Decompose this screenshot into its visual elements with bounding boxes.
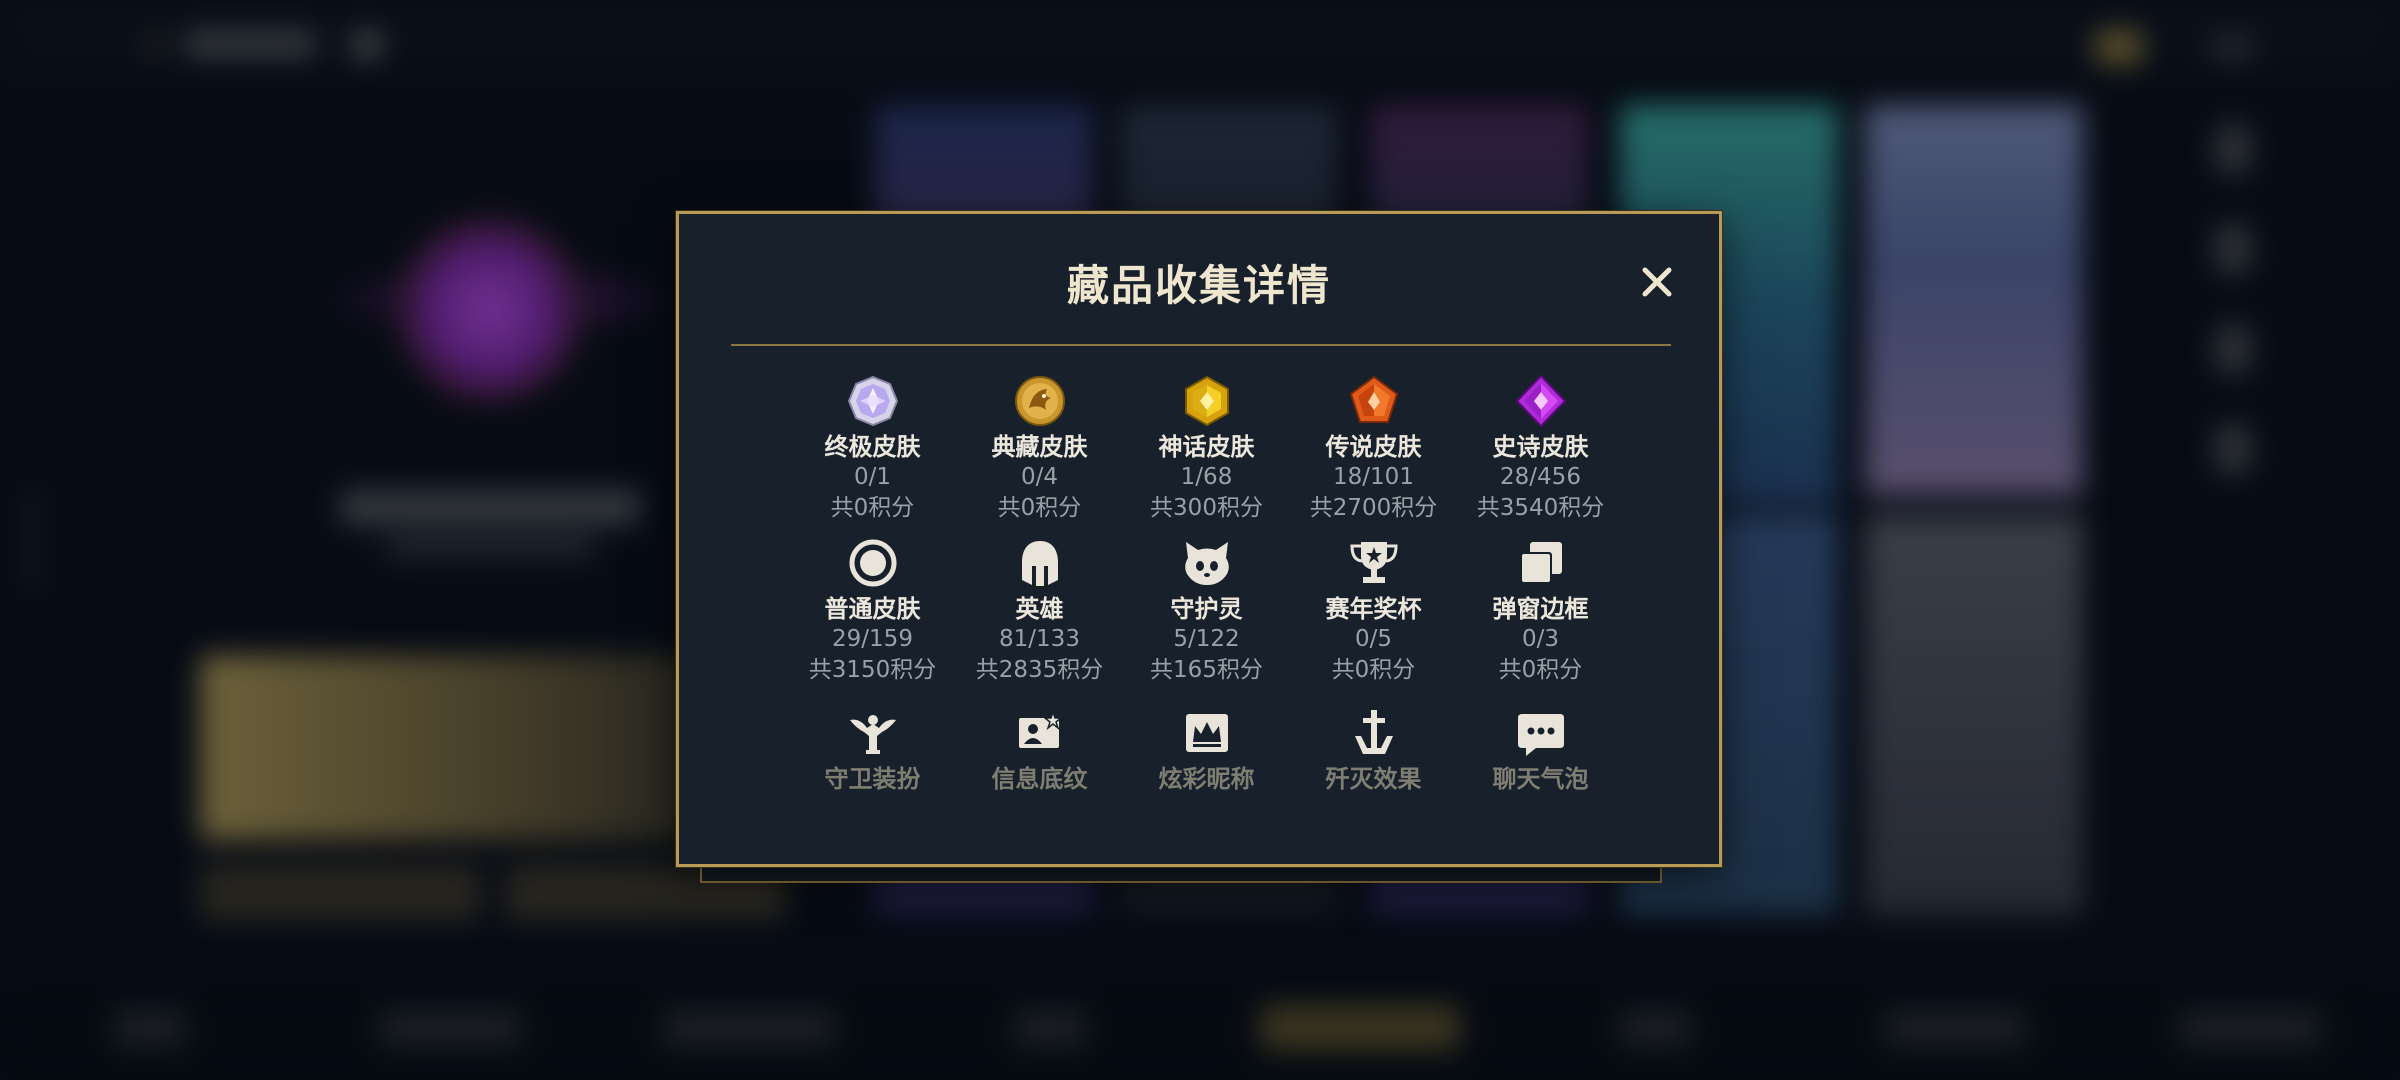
popup-frame-icon [1514,536,1568,590]
collection-item-score: 共0积分 [1498,657,1583,683]
collection-item-score: 共0积分 [830,495,915,521]
season-trophy-icon [1347,536,1401,590]
kill-effect-icon [1347,706,1401,760]
collection-item-kill-effect[interactable]: 歼灭效果 [1290,706,1457,794]
ward-skin-icon [846,706,900,760]
collection-item-name: 神话皮肤 [1158,433,1255,461]
collection-item-name: 守卫装扮 [824,765,921,793]
close-button[interactable] [1634,259,1680,305]
collection-item-name: 普通皮肤 [824,595,921,623]
info-card-icon [1013,706,1067,760]
collection-item-collector-skin[interactable]: 典藏皮肤 0/4 共0积分 [956,374,1123,524]
legendary-skin-icon [1347,374,1401,428]
collection-grid: 终极皮肤 0/1 共0积分 典藏皮肤 0/4 共0积分 神话皮肤 1/68 共3… [789,374,1624,794]
collection-item-count: 0/5 [1354,626,1392,652]
collection-item-score: 共0积分 [997,495,1082,521]
collection-item-score: 共0积分 [1331,657,1416,683]
collection-item-score: 共300积分 [1150,495,1263,521]
collection-item-chat-bubble[interactable]: 聊天气泡 [1457,706,1624,794]
collection-item-count: 28/456 [1500,464,1581,490]
collection-item-count: 5/122 [1173,626,1240,652]
collection-item-legendary-skin[interactable]: 传说皮肤 18/101 共2700积分 [1290,374,1457,524]
collection-item-count: 1/68 [1180,464,1233,490]
collection-item-score: 共3150积分 [808,657,937,683]
guardian-spirit-icon [1180,536,1234,590]
collection-item-ultimate-skin[interactable]: 终极皮肤 0/1 共0积分 [789,374,956,524]
modal-title: 藏品收集详情 [1066,261,1331,310]
collection-item-name: 守护灵 [1170,595,1243,623]
collection-item-epic-skin[interactable]: 史诗皮肤 28/456 共3540积分 [1457,374,1624,524]
collection-item-name: 信息底纹 [991,765,1088,793]
collection-item-score: 共2700积分 [1309,495,1438,521]
chat-bubble-icon [1514,706,1568,760]
collection-item-normal-skin[interactable]: 普通皮肤 29/159 共3150积分 [789,536,956,686]
collection-item-count: 81/133 [999,626,1080,652]
collection-row: 终极皮肤 0/1 共0积分 典藏皮肤 0/4 共0积分 神话皮肤 1/68 共3… [789,374,1624,524]
collection-item-count: 0/4 [1020,464,1058,490]
collection-item-score: 共165积分 [1150,657,1263,683]
collection-item-guardian-spirit[interactable]: 守护灵 5/122 共165积分 [1123,536,1290,686]
collection-item-count: 29/159 [832,626,913,652]
epic-skin-icon [1514,374,1568,428]
collection-item-ward-skin[interactable]: 守卫装扮 [789,706,956,794]
collection-item-count: 0/3 [1521,626,1559,652]
collection-item-name: 英雄 [1015,595,1064,623]
mythic-skin-icon [1180,374,1234,428]
title-divider [731,344,1671,346]
collection-item-name: 史诗皮肤 [1492,433,1589,461]
collection-item-name: 炫彩昵称 [1158,765,1255,793]
collection-item-hero[interactable]: 英雄 81/133 共2835积分 [956,536,1123,686]
collection-item-name: 传说皮肤 [1325,433,1422,461]
hero-helmet-icon [1013,536,1067,590]
close-icon [1642,267,1672,297]
collection-item-count: 18/101 [1333,464,1414,490]
collection-item-name: 弹窗边框 [1492,595,1589,623]
collection-item-popup-frame[interactable]: 弹窗边框 0/3 共0积分 [1457,536,1624,686]
collection-item-colorful-name[interactable]: 炫彩昵称 [1123,706,1290,794]
collector-skin-icon [1013,374,1067,428]
colorful-name-icon [1180,706,1234,760]
normal-skin-icon [846,536,900,590]
collection-item-name: 终极皮肤 [824,433,921,461]
collection-item-info-card[interactable]: 信息底纹 [956,706,1123,794]
collection-item-count: 0/1 [853,464,891,490]
collection-item-season-trophy[interactable]: 赛年奖杯 0/5 共0积分 [1290,536,1457,686]
collection-row: 普通皮肤 29/159 共3150积分 英雄 81/133 共2835积分 守护… [789,536,1624,686]
collection-item-score: 共3540积分 [1476,495,1605,521]
collection-item-name: 典藏皮肤 [991,433,1088,461]
collection-row: 守卫装扮 信息底纹 炫彩昵称 歼灭效果 聊天气泡 [789,706,1624,794]
ultimate-skin-icon [846,374,900,428]
scroll-fade [679,794,1719,864]
collection-item-mythic-skin[interactable]: 神话皮肤 1/68 共300积分 [1123,374,1290,524]
collection-item-name: 赛年奖杯 [1325,595,1422,623]
collection-item-score: 共2835积分 [975,657,1104,683]
collection-details-modal: 藏品收集详情 终极皮肤 0/1 共0积分 典藏皮肤 0/4 共0积分 神话皮肤 … [676,211,1722,867]
collection-item-name: 歼灭效果 [1325,765,1422,793]
collection-item-name: 聊天气泡 [1492,765,1589,793]
